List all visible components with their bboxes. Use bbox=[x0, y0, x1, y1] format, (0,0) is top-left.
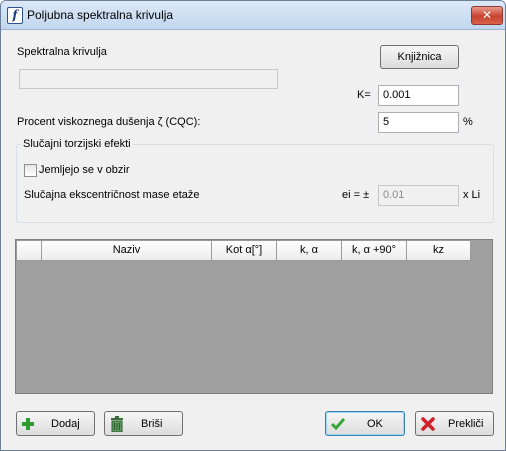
torsion-legend: Slučajni torzijski efekti bbox=[21, 138, 133, 150]
spectrum-curve-field bbox=[19, 69, 278, 89]
dialog-window: f Poljubna spektralna krivulja ✕ Spektra… bbox=[0, 0, 506, 451]
checkmark-icon bbox=[331, 418, 345, 430]
torsion-groupbox bbox=[16, 144, 494, 223]
ok-button[interactable]: OK bbox=[325, 411, 405, 436]
table-header-k-alpha-90[interactable]: k, α +90° bbox=[342, 240, 407, 261]
spectrum-label: Spektralna krivulja bbox=[17, 46, 107, 58]
library-button[interactable]: Knjižnica bbox=[380, 45, 459, 69]
torsion-checkbox-label[interactable]: Jemljejo se v obzir bbox=[39, 164, 129, 176]
k-label: K= bbox=[357, 89, 371, 101]
app-logo-icon: f bbox=[7, 7, 23, 24]
table-header-angle[interactable]: Kot α[°] bbox=[212, 240, 277, 261]
trash-icon bbox=[111, 416, 123, 432]
directions-table[interactable]: Naziv Kot α[°] k, α k, α +90° kz bbox=[15, 239, 493, 394]
x-icon bbox=[421, 417, 435, 431]
cancel-button-label: Prekliči bbox=[448, 418, 484, 430]
table-header-k-alpha[interactable]: k, α bbox=[277, 240, 342, 261]
title-bar[interactable]: f Poljubna spektralna krivulja ✕ bbox=[1, 1, 505, 30]
cancel-button[interactable]: Prekliči bbox=[415, 411, 494, 436]
table-header: Naziv Kot α[°] k, α k, α +90° kz bbox=[16, 240, 471, 261]
ei-suffix: x Li bbox=[463, 189, 481, 201]
torsion-checkbox[interactable] bbox=[24, 164, 37, 177]
dialog-content: Spektralna krivulja Knjižnica K= 0.001 P… bbox=[8, 30, 498, 445]
delete-button[interactable]: Briši bbox=[104, 411, 183, 436]
ok-button-label: OK bbox=[367, 418, 383, 430]
table-header-kz[interactable]: kz bbox=[407, 240, 471, 261]
eccentricity-label: Slučajna ekscentričnost mase etaže bbox=[24, 189, 200, 201]
damping-input[interactable]: 5 bbox=[378, 112, 459, 133]
ei-label: ei = ± bbox=[342, 189, 370, 201]
delete-button-label: Briši bbox=[141, 418, 163, 430]
add-button[interactable]: Dodaj bbox=[16, 411, 95, 436]
window-title: Poljubna spektralna krivulja bbox=[27, 8, 174, 22]
damping-unit: % bbox=[463, 116, 473, 128]
ei-input: 0.01 bbox=[378, 185, 459, 206]
add-button-label: Dodaj bbox=[51, 418, 80, 430]
table-header-naziv[interactable]: Naziv bbox=[42, 240, 212, 261]
close-button[interactable]: ✕ bbox=[471, 6, 503, 25]
table-header-selector bbox=[16, 240, 42, 261]
plus-icon bbox=[22, 418, 34, 430]
damping-label: Procent viskoznega dušenja ζ (CQC): bbox=[17, 116, 201, 128]
k-input[interactable]: 0.001 bbox=[378, 85, 459, 106]
close-icon: ✕ bbox=[481, 8, 493, 22]
